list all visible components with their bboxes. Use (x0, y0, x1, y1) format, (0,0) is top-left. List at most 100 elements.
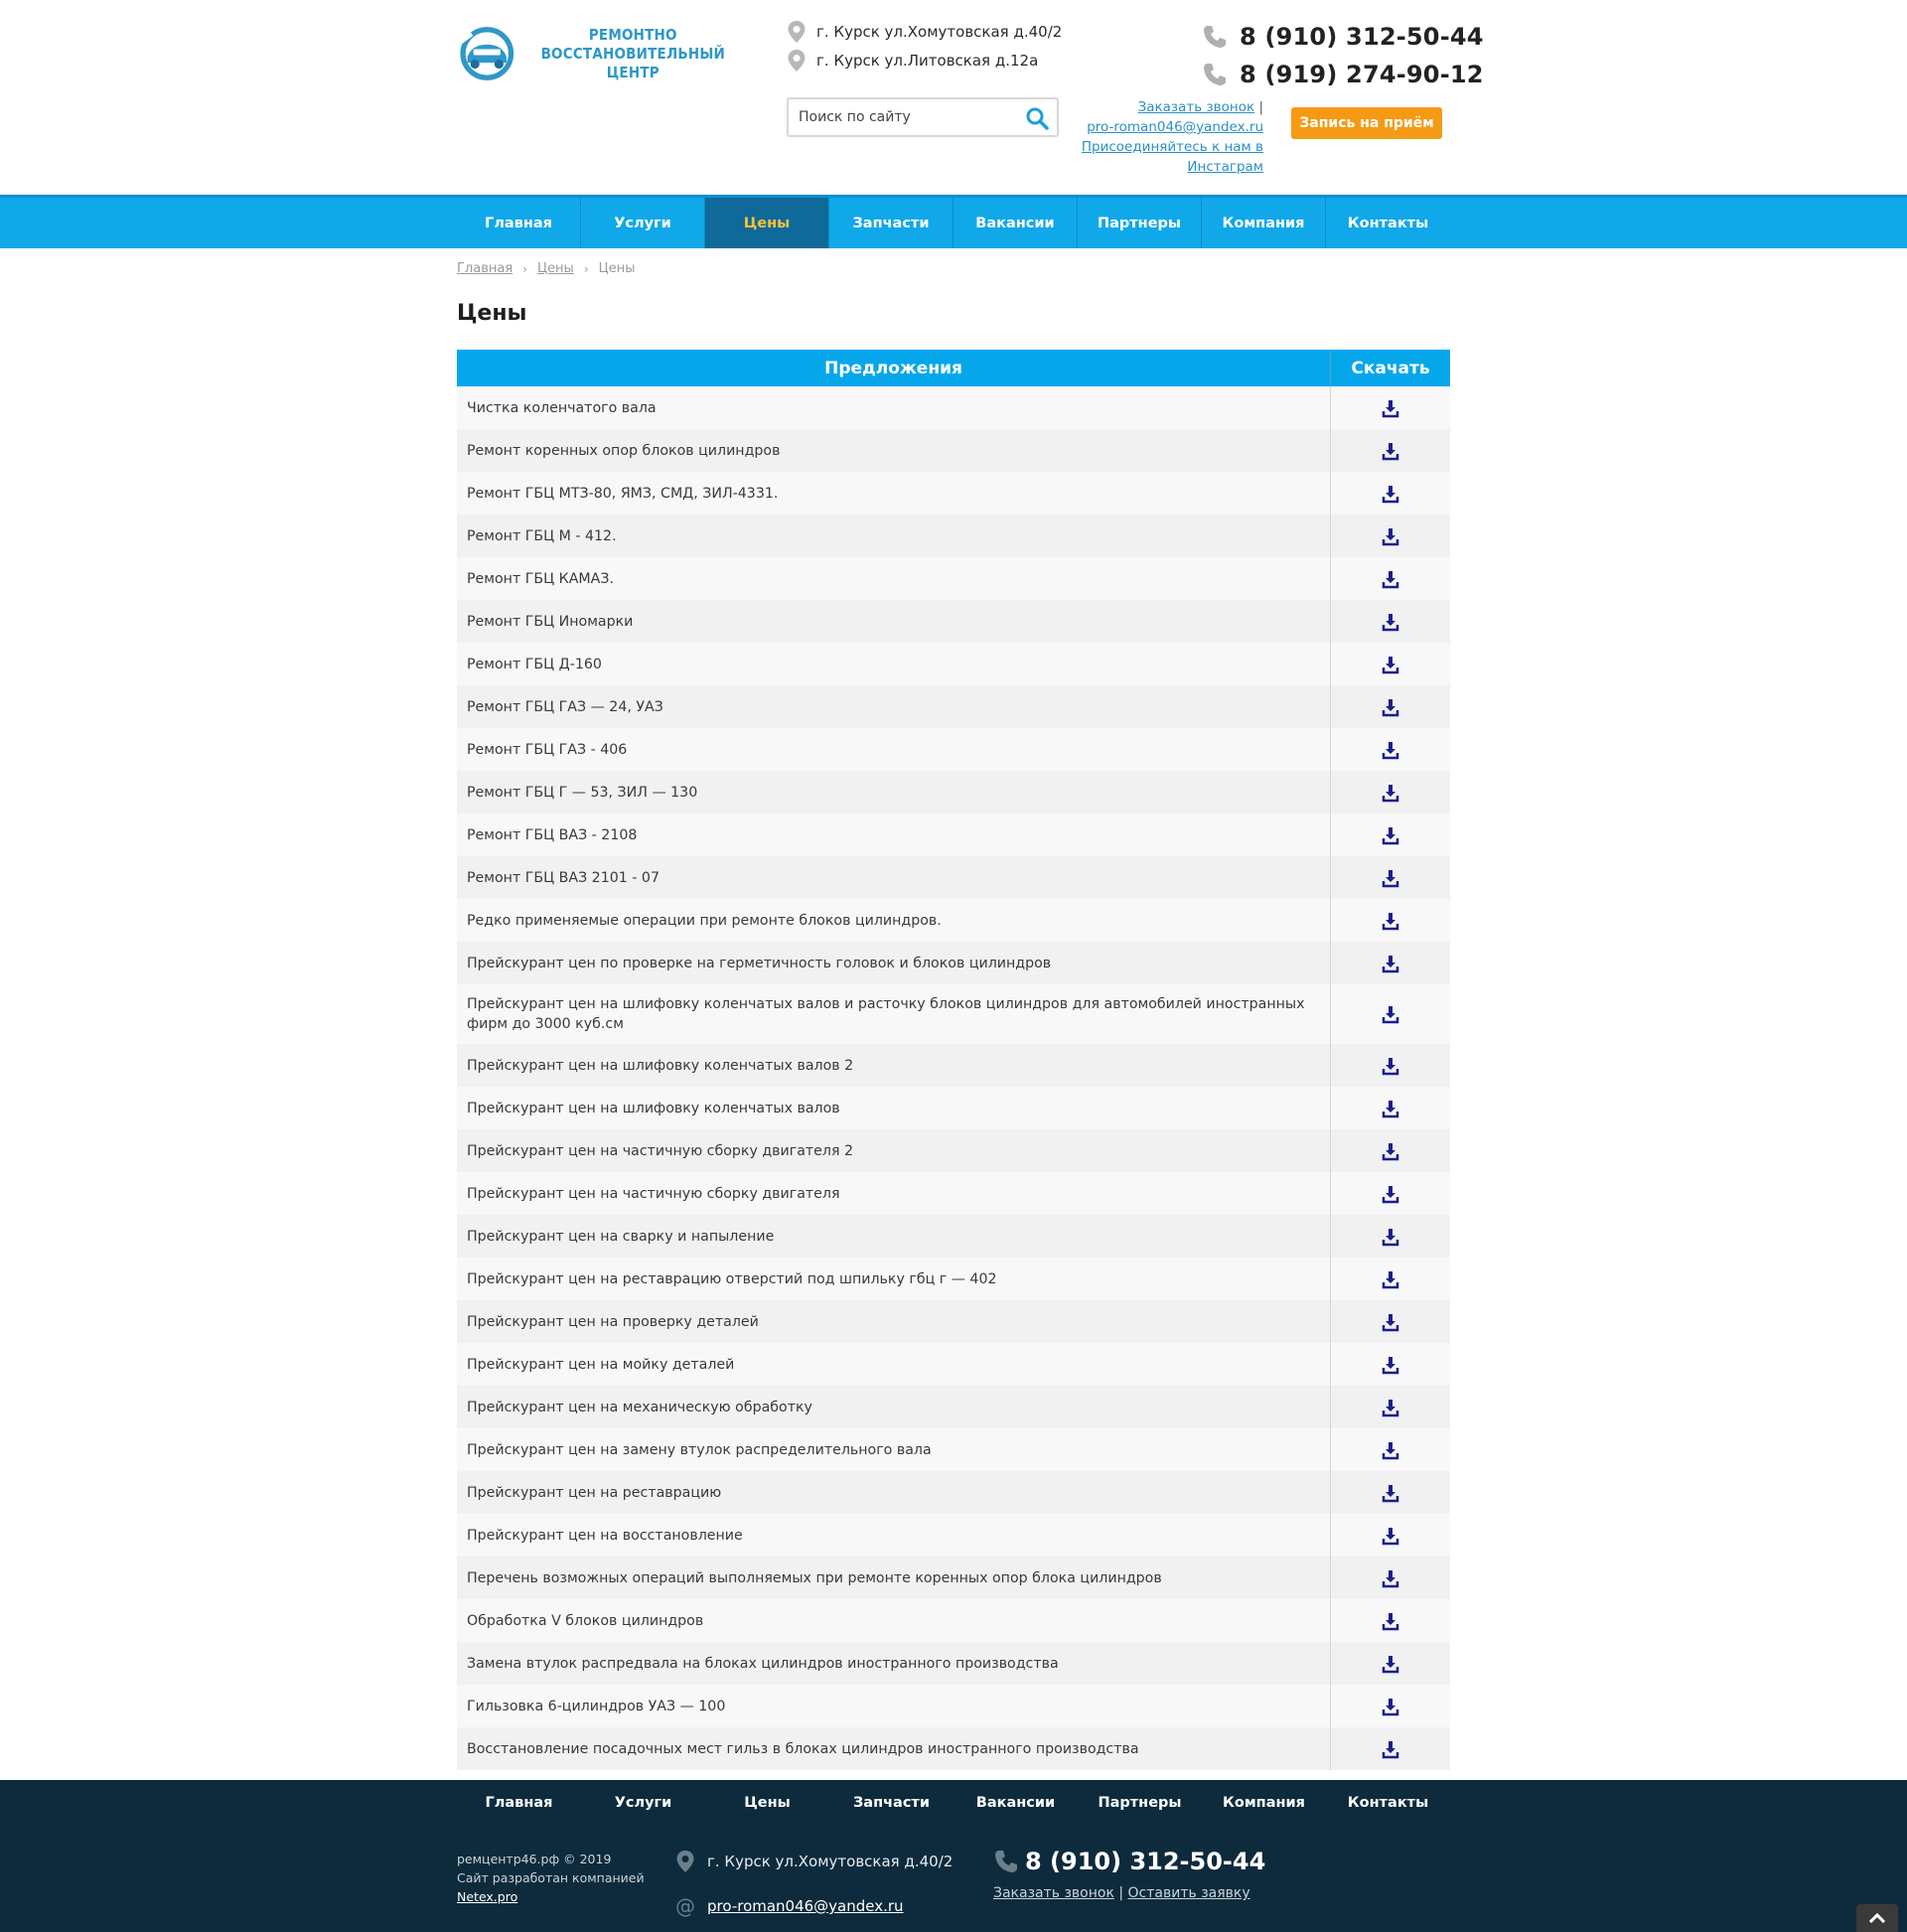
download-cell (1331, 1343, 1450, 1386)
download-icon[interactable] (1381, 1526, 1400, 1546)
download-icon[interactable] (1381, 868, 1400, 888)
download-icon[interactable] (1381, 655, 1400, 674)
nav-item-services[interactable]: Услуги (581, 198, 705, 248)
nav-item-company[interactable]: Компания (1202, 198, 1326, 248)
nav-item-partners[interactable]: Партнеры (1078, 198, 1202, 248)
developer-link[interactable]: Netex.pro (457, 1889, 517, 1904)
price-list-name: Ремонт ГБЦ МТЗ-80, ЯМЗ, СМД, ЗИЛ-4331. (457, 472, 1331, 515)
download-icon[interactable] (1381, 740, 1400, 760)
download-cell (1331, 856, 1450, 899)
download-icon[interactable] (1381, 1312, 1400, 1332)
logo-line: ВОССТАНОВИТЕЛЬНЫЙ (540, 44, 725, 63)
download-icon[interactable] (1381, 1355, 1400, 1375)
breadcrumb-home[interactable]: Главная (457, 261, 513, 276)
table-body: Чистка коленчатого вала Ремонт коренных о… (457, 386, 1450, 1770)
download-cell (1331, 643, 1450, 685)
search-icon[interactable] (1025, 106, 1049, 130)
search-input[interactable] (799, 109, 1017, 125)
footer-nav-parts[interactable]: Запчасти (829, 1780, 954, 1826)
callback-link[interactable]: Заказать звонок (1138, 99, 1255, 115)
download-icon[interactable] (1381, 954, 1400, 973)
download-icon[interactable] (1381, 1004, 1400, 1024)
nav-item-prices[interactable]: Цены (705, 198, 829, 248)
download-cell (1331, 1172, 1450, 1215)
header-phone-2[interactable]: 8 (919) 274-90-12 (1202, 56, 1484, 93)
scroll-to-top-button[interactable] (1856, 1904, 1898, 1932)
table-row: Прейскурант цен на шлифовку коленчатых в… (457, 1044, 1450, 1087)
nav-item-vacancies[interactable]: Вакансии (954, 198, 1078, 248)
nav-item-home[interactable]: Главная (457, 198, 581, 248)
footer-nav-contacts[interactable]: Контакты (1326, 1780, 1450, 1826)
download-cell (1331, 1215, 1450, 1258)
download-icon[interactable] (1381, 1269, 1400, 1289)
appointment-button[interactable]: Запись на приём (1291, 107, 1442, 139)
breadcrumb-prices[interactable]: Цены (537, 261, 574, 276)
download-cell (1331, 1129, 1450, 1172)
download-icon[interactable] (1381, 1141, 1400, 1161)
instagram-link[interactable]: Инстаграм (1187, 159, 1263, 175)
download-icon[interactable] (1381, 1483, 1400, 1503)
download-cell (1331, 472, 1450, 515)
download-icon[interactable] (1381, 1184, 1400, 1204)
download-icon[interactable] (1381, 1697, 1400, 1716)
email-link[interactable]: pro-roman046@yandex.ru (1087, 119, 1263, 135)
download-icon[interactable] (1381, 398, 1400, 418)
download-icon[interactable] (1381, 825, 1400, 845)
download-cell (1331, 899, 1450, 942)
download-icon[interactable] (1381, 441, 1400, 461)
download-cell (1331, 1514, 1450, 1557)
logo-text: РЕМОНТНО ВОССТАНОВИТЕЛЬНЫЙ ЦЕНТР (541, 26, 725, 82)
chevron-up-icon (1869, 1913, 1885, 1923)
download-icon[interactable] (1381, 1099, 1400, 1118)
download-icon[interactable] (1381, 1568, 1400, 1588)
header-address-1: г. Курск ул.Хомутовская д.40/2 (787, 20, 1062, 44)
download-icon[interactable] (1381, 1739, 1400, 1759)
table-row: Прейскурант цен на реставрацию отверстий… (457, 1258, 1450, 1300)
footer-nav-company[interactable]: Компания (1202, 1780, 1326, 1826)
price-list-name: Прейскурант цен на шлифовку коленчатых в… (457, 984, 1331, 1044)
download-icon[interactable] (1381, 484, 1400, 504)
price-list-name: Прейскурант цен на реставрацию отверстий… (457, 1258, 1331, 1300)
separator: | (1118, 1885, 1128, 1901)
price-list-name: Ремонт ГБЦ ВАЗ - 2108 (457, 814, 1331, 856)
download-icon[interactable] (1381, 783, 1400, 803)
download-icon[interactable] (1381, 1611, 1400, 1631)
download-cell (1331, 942, 1450, 984)
footer-nav-home[interactable]: Главная (457, 1780, 581, 1826)
download-icon[interactable] (1381, 612, 1400, 632)
table-row: Гильзовка 6-цилиндров УАЗ — 100 (457, 1685, 1450, 1727)
footer-nav-prices[interactable]: Цены (705, 1780, 829, 1826)
site-logo[interactable]: РЕМОНТНО ВОССТАНОВИТЕЛЬНЫЙ ЦЕНТР (457, 18, 725, 89)
price-list-name: Прейскурант цен на частичную сборку двиг… (457, 1172, 1331, 1215)
table-row: Восстановление посадочных мест гильз в б… (457, 1727, 1450, 1770)
download-icon[interactable] (1381, 697, 1400, 717)
footer-phone[interactable]: 8 (910) 312-50-44 (993, 1848, 1265, 1875)
footer-nav-partners[interactable]: Партнеры (1078, 1780, 1202, 1826)
table-row: Ремонт ГБЦ ГАЗ — 24, УАЗ (457, 685, 1450, 728)
download-cell (1331, 1428, 1450, 1471)
email-link[interactable]: pro-roman046@yandex.ru (707, 1897, 904, 1915)
download-icon[interactable] (1381, 1654, 1400, 1674)
download-icon[interactable] (1381, 911, 1400, 931)
download-icon[interactable] (1381, 1440, 1400, 1460)
instagram-link[interactable]: Присоединяйтесь к нам в (1082, 139, 1263, 155)
download-cell (1331, 1300, 1450, 1343)
copyright-text: ремцентр46.рф © 2019 (457, 1852, 612, 1866)
footer-copyright: ремцентр46.рф © 2019 Сайт разработан ком… (457, 1850, 645, 1906)
nav-item-parts[interactable]: Запчасти (829, 198, 954, 248)
header-phone-1[interactable]: 8 (910) 312-50-44 (1202, 18, 1484, 56)
download-icon[interactable] (1381, 1398, 1400, 1417)
location-pin-icon (676, 1851, 694, 1872)
download-icon[interactable] (1381, 1056, 1400, 1076)
download-icon[interactable] (1381, 526, 1400, 546)
download-icon[interactable] (1381, 1227, 1400, 1247)
request-link[interactable]: Оставить заявку (1128, 1885, 1250, 1901)
footer-nav-services[interactable]: Услуги (581, 1780, 705, 1826)
table-row: Чистка коленчатого вала (457, 386, 1450, 429)
download-icon[interactable] (1381, 569, 1400, 589)
header-phones: 8 (910) 312-50-44 8 (919) 274-90-12 (1202, 18, 1484, 93)
footer-nav-vacancies[interactable]: Вакансии (954, 1780, 1078, 1826)
nav-item-contacts[interactable]: Контакты (1326, 198, 1450, 248)
prices-table: Предложения Скачать Чистка коленчатого в… (457, 350, 1450, 1770)
callback-link[interactable]: Заказать звонок (993, 1885, 1114, 1901)
